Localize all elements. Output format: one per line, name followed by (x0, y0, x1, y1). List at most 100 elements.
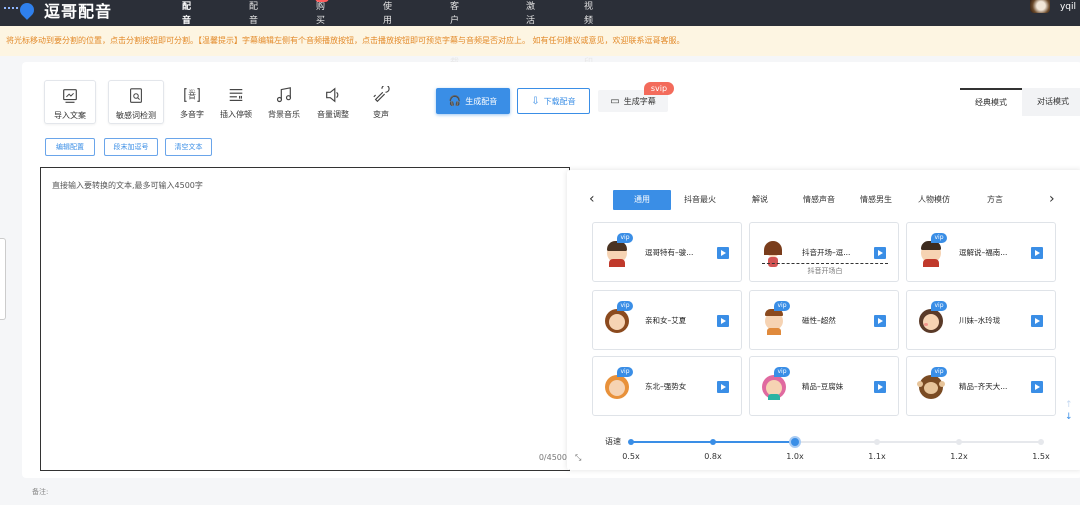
speed-dot[interactable] (628, 439, 634, 445)
speed-dot[interactable] (874, 439, 880, 445)
import-text-button[interactable]: 导入文案 (44, 80, 96, 124)
voice-avatar (762, 241, 786, 267)
tab-category-emotional[interactable]: 情感声音 (794, 190, 844, 210)
play-icon[interactable] (1031, 247, 1043, 259)
voice-name: 东北–强势女 (645, 382, 687, 391)
chevron-left-icon[interactable]: ‹ (589, 190, 595, 208)
play-icon[interactable] (874, 381, 886, 393)
svip-badge: svip (644, 82, 674, 95)
tab-category-imitation[interactable]: 人物模仿 (913, 190, 955, 210)
volume-adjust-button[interactable]: 音量调整 (311, 80, 355, 124)
tab-category-narration[interactable]: 解说 (739, 190, 781, 210)
speed-dot[interactable] (956, 439, 962, 445)
background-music-button[interactable]: 背景音乐 (262, 80, 306, 124)
voice-name: 磁性–超然 (802, 316, 836, 325)
speed-tick: 1.2x (950, 452, 968, 461)
play-icon[interactable] (1031, 381, 1043, 393)
hot-badge (315, 0, 330, 2)
voice-avatar (605, 375, 629, 399)
tab-category-emotional-male[interactable]: 情感男生 (855, 190, 897, 210)
speed-dot[interactable] (710, 439, 716, 445)
sensitive-word-check-button[interactable]: 敏感词检测 (108, 80, 164, 124)
arrow-down-icon[interactable]: ↓ (1065, 412, 1073, 422)
polyphone-icon: 音 yin (170, 84, 214, 106)
top-nav-bar: 逗哥配音 配音制作 配音样例 购买会员 使用帮助 客户端下载 激活码 视频去水印… (0, 0, 1080, 68)
notice-banner: 将光标移动到要分割的位置，点击分割按钮即可分割。【温馨提示】字幕编辑左侧有个音频… (0, 26, 1080, 56)
voice-card[interactable]: vip 逗哥特有–骏... (592, 222, 742, 282)
edit-config-button[interactable]: 编辑配置 (45, 138, 95, 156)
play-icon[interactable] (1031, 315, 1043, 327)
music-icon (262, 84, 306, 106)
play-icon[interactable] (717, 381, 729, 393)
speed-tick: 0.8x (704, 452, 722, 461)
voice-card[interactable]: vip 磁性–超然 (749, 290, 899, 350)
play-icon[interactable] (874, 315, 886, 327)
bgm-label: 背景音乐 (268, 110, 300, 119)
voice-avatar (762, 375, 786, 400)
voice-card[interactable]: 抖音开场–逗... 抖音开场白 (749, 222, 899, 282)
tab-category-general[interactable]: 通用 (613, 190, 671, 210)
import-label: 导入文案 (54, 111, 86, 120)
volume-icon (311, 84, 355, 106)
voice-card[interactable]: vip 川妹–水玲珑 (906, 290, 1056, 350)
vip-badge: vip (617, 367, 633, 377)
text-editor[interactable]: 直接输入要转换的文本,最多可输入4500字 0/4500 (40, 167, 570, 471)
insert-pause-button[interactable]: 插入停顿 (214, 80, 258, 124)
tab-classic-mode[interactable]: 经典模式 (960, 88, 1022, 116)
speed-slider[interactable] (628, 436, 1044, 448)
voice-card[interactable]: vip 逗解说–福南... (906, 222, 1056, 282)
voice-name: 亲和女–艾夏 (645, 316, 687, 325)
voice-avatar (605, 241, 629, 267)
generate-label: 生成配音 (465, 96, 498, 106)
character-count: 0/4500 (538, 453, 567, 462)
vip-badge: vip (617, 301, 633, 311)
speed-tick: 1.0x (786, 452, 804, 461)
speed-tick: 0.5x (622, 452, 640, 461)
play-icon[interactable] (717, 315, 729, 327)
voice-name: 逗解说–福南... (959, 248, 1008, 257)
voice-avatar (919, 309, 943, 333)
voice-name: 精品–齐天大... (959, 382, 1008, 391)
voice-card[interactable]: vip 亲和女–艾夏 (592, 290, 742, 350)
logo[interactable]: 逗哥配音 (4, 0, 113, 21)
voice-selection-panel: ‹ 通用 抖音最火 解说 情感声音 情感男生 人物模仿 方言 › vip 逗哥特… (567, 170, 1080, 470)
clear-text-button[interactable]: 清空文本 (165, 138, 212, 156)
voice-name: 川妹–水玲珑 (959, 316, 1001, 325)
polyphone-label: 多音字 (180, 110, 204, 119)
avatar (1029, 0, 1050, 13)
speed-tick: 1.1x (868, 452, 886, 461)
collapse-icon[interactable]: ⤡ (575, 453, 581, 463)
sensitive-label: 敏感词检测 (116, 111, 156, 120)
tab-dialog-mode[interactable]: 对话模式 (1022, 88, 1080, 116)
voice-name: 精品–豆腐妹 (802, 382, 844, 391)
vip-badge: vip (774, 367, 790, 377)
polyphone-button[interactable]: 音 yin 多音字 (170, 80, 214, 124)
play-icon[interactable] (874, 247, 886, 259)
tab-category-douyin[interactable]: 抖音最火 (679, 190, 721, 210)
chevron-right-icon[interactable]: › (1049, 190, 1055, 208)
voice-change-icon (359, 84, 403, 106)
pause-icon (214, 84, 258, 106)
add-period-button[interactable]: 段末加逗号 (104, 138, 158, 156)
voice-change-button[interactable]: 变声 (359, 80, 403, 124)
logo-text: 逗哥配音 (44, 2, 113, 21)
logo-icon (4, 0, 42, 20)
tab-category-dialect[interactable]: 方言 (977, 190, 1013, 210)
vip-badge: vip (931, 233, 947, 243)
side-drawer-handle[interactable] (0, 238, 6, 320)
voice-name: 逗哥特有–骏... (645, 248, 694, 257)
voice-card[interactable]: vip 精品–豆腐妹 (749, 356, 899, 416)
vip-badge: vip (617, 233, 633, 243)
voice-avatar (919, 241, 943, 267)
play-icon[interactable] (717, 247, 729, 259)
arrow-up-icon[interactable]: ↑ (1065, 400, 1073, 410)
speed-label: 语速 (605, 437, 621, 446)
import-icon (45, 85, 95, 107)
voice-card[interactable]: vip 精品–齐天大... (906, 356, 1056, 416)
download-audio-button[interactable]: ⇩ 下载配音 (517, 88, 590, 114)
voice-card[interactable]: vip 东北–强势女 (592, 356, 742, 416)
generate-audio-button[interactable]: 🎧 生成配音 (436, 88, 510, 114)
speed-slider-handle[interactable] (789, 436, 801, 448)
speed-dot[interactable] (1038, 439, 1044, 445)
user-menu[interactable]: yqil (1029, 0, 1076, 14)
